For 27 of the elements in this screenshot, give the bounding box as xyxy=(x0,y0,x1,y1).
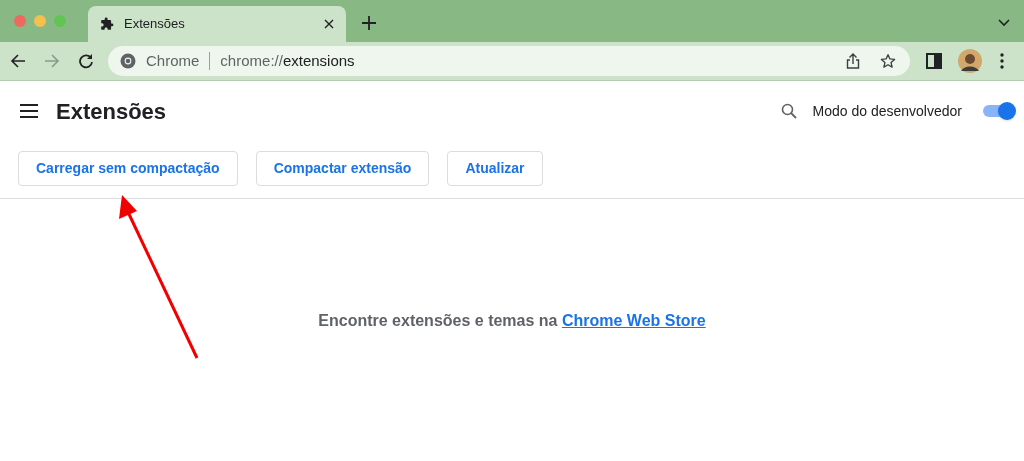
search-icon[interactable] xyxy=(780,103,797,119)
star-icon[interactable] xyxy=(880,53,896,69)
more-options-icon[interactable] xyxy=(1000,53,1004,69)
back-arrow-icon[interactable] xyxy=(10,53,26,69)
page-title: Extensões xyxy=(56,97,167,126)
avatar-icon[interactable] xyxy=(958,49,982,73)
new-tab-icon[interactable] xyxy=(362,16,376,30)
address-bar[interactable]: Chrome chrome://extensions xyxy=(108,46,910,76)
action-button[interactable]: Compactar extensão xyxy=(255,151,430,186)
tab-title: Extensões xyxy=(124,15,186,34)
site-label: Chrome xyxy=(146,50,200,71)
action-button[interactable]: Carregar sem compactação xyxy=(18,151,238,186)
url-text: chrome://extensions xyxy=(220,50,355,71)
side-panel-icon[interactable] xyxy=(926,53,942,69)
menu-icon[interactable] xyxy=(20,104,38,118)
share-icon[interactable] xyxy=(846,53,860,69)
empty-state-message: Encontre extensões e temas na Chrome Web Store xyxy=(318,311,706,331)
puzzle-piece-icon xyxy=(100,17,114,31)
close-icon[interactable] xyxy=(324,19,334,29)
developer-mode-label: Modo do desenvolvedor xyxy=(812,101,962,121)
developer-mode-toggle[interactable] xyxy=(982,101,1016,121)
reload-icon[interactable] xyxy=(78,53,94,69)
action-button[interactable]: Atualizar xyxy=(447,151,543,186)
chevron-down-icon[interactable] xyxy=(998,19,1010,27)
browser-tab[interactable]: Extensões xyxy=(88,6,346,42)
store-link[interactable]: Chrome Web Store xyxy=(561,312,706,329)
chrome-logo-icon xyxy=(120,53,136,69)
